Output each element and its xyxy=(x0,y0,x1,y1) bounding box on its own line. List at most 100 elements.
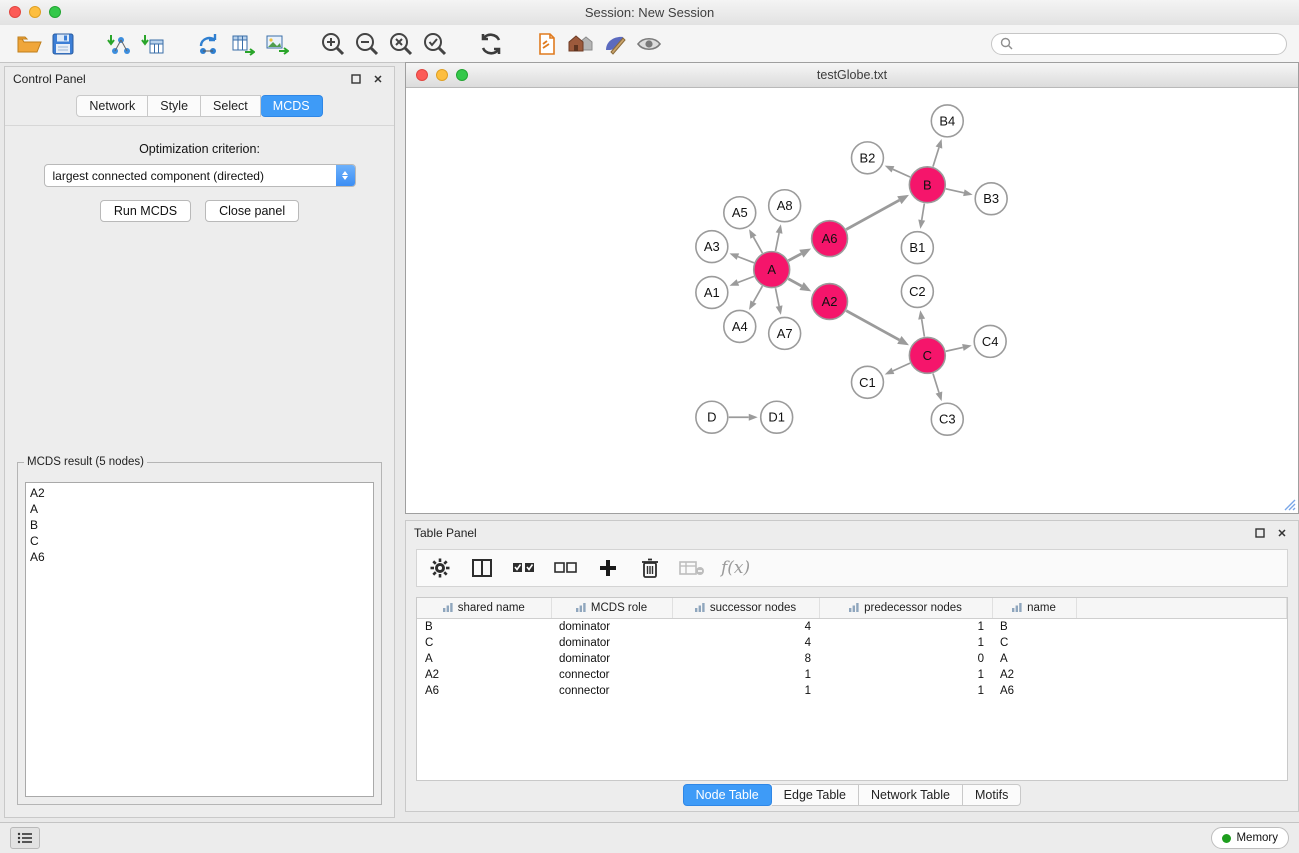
table-cell[interactable]: dominator xyxy=(551,635,672,651)
tab-select[interactable]: Select xyxy=(201,95,261,117)
table-float-panel-button[interactable] xyxy=(1252,525,1268,541)
column-header-mcds-role[interactable]: MCDS role xyxy=(551,598,672,619)
graph-node-A6[interactable]: A6 xyxy=(812,221,848,257)
graph-node-B1[interactable]: B1 xyxy=(901,232,933,264)
apply-layout-button[interactable] xyxy=(474,29,508,59)
table-cell[interactable]: A2 xyxy=(992,667,1076,683)
optimization-criterion-select[interactable]: largest connected component (directed) xyxy=(44,164,356,187)
table-cell[interactable]: A xyxy=(417,651,551,667)
table-row[interactable]: A6connector11A6 xyxy=(417,683,1287,699)
table-cell[interactable]: 4 xyxy=(672,619,819,636)
mcds-result-item[interactable]: A6 xyxy=(30,549,369,565)
graph-edge-A-A7[interactable] xyxy=(775,288,779,306)
graph-node-C[interactable]: C xyxy=(909,337,945,373)
network-maximize-button[interactable] xyxy=(456,69,468,81)
select-all-button[interactable] xyxy=(511,555,537,581)
table-settings-button[interactable] xyxy=(427,555,453,581)
table-cell[interactable]: A xyxy=(992,651,1076,667)
delete-table-button[interactable] xyxy=(679,555,705,581)
graph-edge-A2-C[interactable] xyxy=(846,311,899,340)
graph-node-B3[interactable]: B3 xyxy=(975,183,1007,215)
table-cell[interactable]: A6 xyxy=(992,683,1076,699)
graph-node-B4[interactable]: B4 xyxy=(931,105,963,137)
save-session-button[interactable] xyxy=(46,29,80,59)
graph-edge-A-A8[interactable] xyxy=(775,233,779,251)
graph-node-B2[interactable]: B2 xyxy=(852,142,884,174)
column-header-name[interactable]: name xyxy=(992,598,1076,619)
toolbar-search[interactable] xyxy=(991,33,1287,55)
resize-grip-icon[interactable] xyxy=(1282,497,1296,511)
graph-edge-C-C3[interactable] xyxy=(933,373,939,392)
task-history-button[interactable] xyxy=(10,827,40,849)
graph-edge-A-A2[interactable] xyxy=(788,279,801,286)
graph-node-A7[interactable]: A7 xyxy=(769,317,801,349)
graph-edge-C-C1[interactable] xyxy=(893,363,910,371)
node-table[interactable]: shared nameMCDS rolesuccessor nodesprede… xyxy=(417,598,1287,699)
graph-node-A2[interactable]: A2 xyxy=(812,284,848,320)
tab-edge-table[interactable]: Edge Table xyxy=(772,784,859,806)
graph-edge-B-B3[interactable] xyxy=(946,189,964,193)
graph-node-A3[interactable]: A3 xyxy=(696,231,728,263)
graph-edge-A-A3[interactable] xyxy=(738,257,754,263)
network-canvas[interactable]: B4B2BB3A8A5A6A3B1AA1C2A2A4A7C4CC1C3DD1 xyxy=(407,88,1297,512)
table-row[interactable]: Adominator80A xyxy=(417,651,1287,667)
table-cell[interactable]: 1 xyxy=(672,667,819,683)
open-document-button[interactable] xyxy=(530,29,564,59)
mcds-result-item[interactable]: B xyxy=(30,517,369,533)
table-cell[interactable]: 1 xyxy=(819,619,992,636)
graph-node-A8[interactable]: A8 xyxy=(769,190,801,222)
unselect-all-button[interactable] xyxy=(553,555,579,581)
minimize-window-button[interactable] xyxy=(29,6,41,18)
mcds-result-item[interactable]: C xyxy=(30,533,369,549)
maximize-window-button[interactable] xyxy=(49,6,61,18)
column-header-predecessor-nodes[interactable]: predecessor nodes xyxy=(819,598,992,619)
table-cell[interactable]: dominator xyxy=(551,619,672,636)
memory-button[interactable]: Memory xyxy=(1211,827,1289,849)
graph-node-C2[interactable]: C2 xyxy=(901,276,933,308)
table-cell[interactable]: 0 xyxy=(819,651,992,667)
tab-network-table[interactable]: Network Table xyxy=(859,784,963,806)
table-row[interactable]: Cdominator41C xyxy=(417,635,1287,651)
graph-node-A5[interactable]: A5 xyxy=(724,197,756,229)
graph-node-C4[interactable]: C4 xyxy=(974,325,1006,357)
search-input[interactable] xyxy=(1018,36,1278,52)
table-cell[interactable]: 1 xyxy=(819,683,992,699)
table-cell[interactable]: dominator xyxy=(551,651,672,667)
zoom-fit-button[interactable] xyxy=(384,29,418,59)
show-columns-button[interactable] xyxy=(469,555,495,581)
new-network-from-table-button[interactable] xyxy=(226,29,260,59)
graph-node-A1[interactable]: A1 xyxy=(696,277,728,309)
graph-edge-B-B2[interactable] xyxy=(893,169,910,177)
column-header-successor-nodes[interactable]: successor nodes xyxy=(672,598,819,619)
table-cell[interactable]: 1 xyxy=(672,683,819,699)
graph-edge-A6-B[interactable] xyxy=(846,200,899,229)
tab-node-table[interactable]: Node Table xyxy=(683,784,772,806)
table-cell[interactable]: B xyxy=(417,619,551,636)
table-cell[interactable]: 1 xyxy=(819,635,992,651)
table-cell[interactable]: 4 xyxy=(672,635,819,651)
graph-node-D[interactable]: D xyxy=(696,401,728,433)
export-image-button[interactable] xyxy=(260,29,294,59)
table-cell[interactable]: C xyxy=(992,635,1076,651)
graph-edge-B-B1[interactable] xyxy=(922,203,925,220)
float-panel-button[interactable] xyxy=(348,71,364,87)
table-close-panel-button[interactable]: ✕ xyxy=(1274,525,1290,541)
add-column-button[interactable] xyxy=(595,555,621,581)
delete-column-button[interactable] xyxy=(637,555,663,581)
tab-mcds[interactable]: MCDS xyxy=(261,95,323,117)
close-panel-button[interactable]: ✕ xyxy=(370,71,386,87)
graph-node-D1[interactable]: D1 xyxy=(761,401,793,433)
graph-edge-A-A5[interactable] xyxy=(753,237,762,253)
zoom-selected-button[interactable] xyxy=(418,29,452,59)
table-cell[interactable]: connector xyxy=(551,667,672,683)
table-row[interactable]: Bdominator41B xyxy=(417,619,1287,636)
network-minimize-button[interactable] xyxy=(436,69,448,81)
open-session-button[interactable] xyxy=(12,29,46,59)
table-cell[interactable]: connector xyxy=(551,683,672,699)
mcds-result-item[interactable]: A2 xyxy=(30,485,369,501)
clone-network-button[interactable] xyxy=(192,29,226,59)
graph-node-C1[interactable]: C1 xyxy=(852,366,884,398)
import-network-button[interactable] xyxy=(102,29,136,59)
graph-node-A[interactable]: A xyxy=(754,252,790,288)
table-cell[interactable]: 1 xyxy=(819,667,992,683)
